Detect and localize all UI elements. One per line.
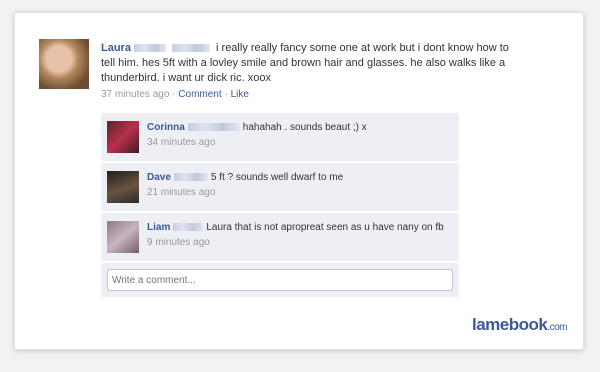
comment-author-name[interactable]: Dave — [147, 172, 171, 183]
separator: · — [172, 89, 176, 100]
comment-time: 21 minutes ago — [147, 187, 216, 198]
blurred-surname — [171, 44, 210, 53]
comment-time: 34 minutes ago — [147, 137, 216, 148]
comment-link[interactable]: Comment — [178, 89, 221, 100]
like-link[interactable]: Like — [231, 89, 249, 100]
blurred-surname — [133, 44, 166, 53]
avatar[interactable] — [107, 221, 139, 253]
separator: · — [224, 89, 228, 100]
avatar[interactable] — [39, 39, 89, 89]
post-author-name[interactable]: Laura — [101, 42, 131, 54]
comment-time: 9 minutes ago — [147, 237, 210, 248]
comment-text: Laura that is not apropreat seen as u ha… — [206, 222, 444, 233]
comment-input[interactable] — [107, 269, 453, 291]
post-card: Laura i really really fancy some one at … — [14, 12, 584, 350]
comment-text: 5 ft ? sounds well dwarf to me — [210, 172, 344, 183]
blurred-surname — [173, 223, 204, 232]
comment-author-name[interactable]: Corinna — [147, 122, 185, 133]
post-meta: 37 minutes ago · Comment · Like — [101, 87, 511, 102]
blurred-surname — [173, 173, 208, 182]
comment-author-name[interactable]: Liam — [147, 222, 170, 233]
avatar[interactable] — [107, 121, 139, 153]
avatar[interactable] — [107, 171, 139, 203]
post-time: 37 minutes ago — [101, 89, 170, 100]
logo-text: lamebook — [471, 315, 548, 334]
logo-suffix: .com — [547, 322, 567, 333]
comment-item: Liam Laura that is not apropreat seen as … — [101, 213, 459, 261]
comment-text: hahahah . sounds beaut ;) x — [242, 122, 367, 133]
comments-list: Corinna hahahah . sounds beaut ;) x 34 mi… — [101, 113, 459, 297]
site-logo: lamebook.com — [471, 315, 568, 335]
blurred-surname — [187, 123, 240, 132]
comment-item: Dave 5 ft ? sounds well dwarf to me 21 mi… — [101, 163, 459, 211]
write-comment-box — [101, 263, 459, 297]
comment-item: Corinna hahahah . sounds beaut ;) x 34 mi… — [101, 113, 459, 161]
post-body: Laura i really really fancy some one at … — [101, 41, 511, 102]
